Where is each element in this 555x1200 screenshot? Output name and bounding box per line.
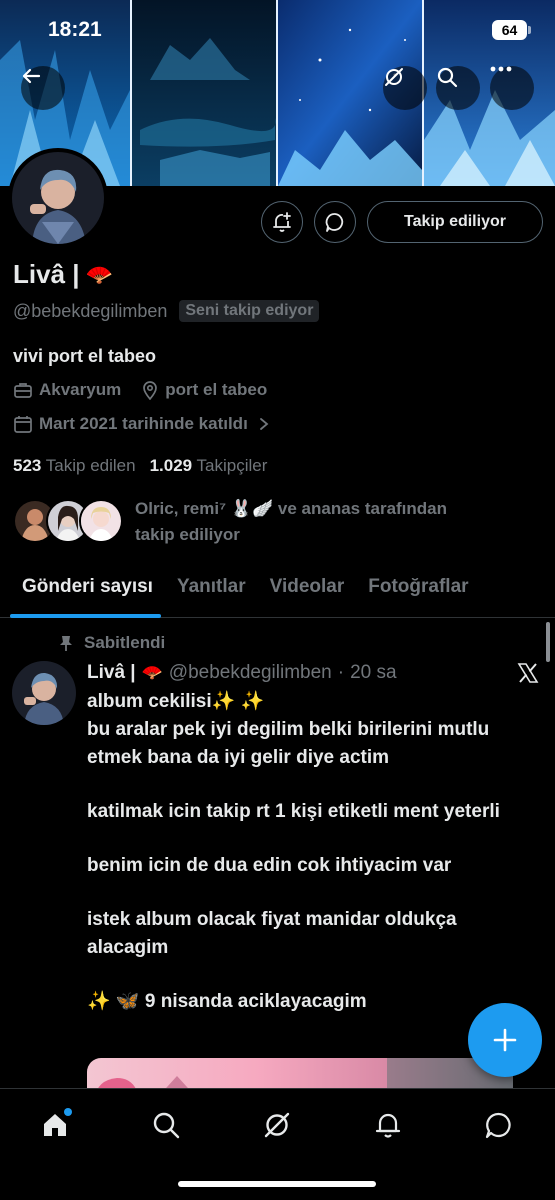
followed-by[interactable]: Olric, remi⁷ 🐰🪽 ve ananas tarafından tak…	[13, 496, 447, 548]
profile-handle: @bebekdegilimben	[13, 300, 168, 321]
tab-photos[interactable]: Fotoğraflar	[356, 560, 480, 617]
message-icon	[485, 1112, 511, 1139]
following-label: Takip edilen	[45, 456, 136, 475]
tab-videos[interactable]: Videolar	[258, 560, 357, 617]
joined-row[interactable]: Mart 2021 tarihinde katıldı	[13, 414, 270, 434]
grok-button[interactable]	[383, 66, 427, 110]
follow-counts: 523 Takip edilen 1.029 Takipçiler	[13, 456, 267, 476]
notify-button[interactable]	[261, 201, 303, 243]
tweet-header: Livâ | 🪭 @bebekdegilimben · 20 sa	[87, 662, 397, 684]
name-emoji: 🪭	[85, 261, 113, 287]
nav-home[interactable]	[35, 1105, 75, 1145]
pin-icon	[60, 636, 72, 651]
profile-avatar[interactable]	[8, 148, 108, 248]
bell-icon	[375, 1113, 401, 1138]
followed-by-line1: Olric, remi⁷ 🐰🪽 ve ananas tarafından	[135, 499, 448, 518]
message-icon	[325, 213, 344, 232]
status-time: 18:21	[48, 18, 102, 41]
more-icon	[490, 66, 512, 72]
tweet-author-emoji: 🪭	[141, 663, 163, 682]
back-button[interactable]	[21, 66, 65, 110]
tab-posts[interactable]: Gönderi sayısı	[0, 560, 165, 618]
back-arrow-icon	[22, 68, 41, 84]
chevron-right-icon	[259, 418, 269, 430]
home-indicator	[178, 1181, 376, 1187]
tweet-avatar[interactable]	[12, 661, 76, 725]
category-item: Akvaryum	[13, 380, 121, 400]
grok-icon	[264, 1112, 290, 1138]
grok-icon	[385, 68, 403, 86]
bell-plus-icon	[273, 212, 291, 232]
followed-by-text: Olric, remi⁷ 🐰🪽 ve ananas tarafından tak…	[135, 496, 447, 548]
followers-label: Takipçiler	[196, 456, 268, 475]
avatar	[79, 499, 123, 543]
tweet-paragraph: katilmak icin takip rt 1 kişi etiketli m…	[87, 801, 500, 822]
tweet-paragraph: bu aralar pek iyi degilim belki birileri…	[87, 719, 490, 768]
profile-name: Livâ | 🪭	[13, 259, 113, 290]
notification-dot	[64, 1108, 72, 1116]
more-button[interactable]	[490, 66, 534, 110]
following-button[interactable]: Takip ediliyor	[367, 201, 543, 243]
followed-by-avatars	[13, 499, 123, 545]
handle-row: @bebekdegilimben Seni takip ediyor	[13, 300, 320, 322]
compose-button[interactable]	[468, 1003, 542, 1077]
tweet-paragraph: istek album olacak fiyat manidar oldukça…	[87, 909, 457, 958]
battery-indicator: 64	[492, 20, 531, 40]
status-bar: 18:21 64	[0, 0, 555, 60]
location-pin-icon	[143, 381, 158, 400]
search-button[interactable]	[436, 66, 480, 110]
display-name: Livâ |	[13, 259, 80, 289]
nav-messages[interactable]	[479, 1105, 519, 1145]
pinned-label: Sabitlendi	[58, 633, 165, 653]
followed-by-line2: takip ediliyor	[135, 525, 240, 544]
nav-search[interactable]	[146, 1105, 186, 1145]
avatar-image	[12, 152, 104, 244]
following-count: 523	[13, 456, 42, 475]
tab-replies[interactable]: Yanıtlar	[165, 560, 258, 617]
followers-count: 1.029	[149, 456, 193, 475]
category-label: Akvaryum	[39, 380, 122, 399]
nav-notifications[interactable]	[368, 1105, 408, 1145]
location-label: port el tabeo	[165, 380, 268, 399]
message-button[interactable]	[314, 201, 356, 243]
pinned-text: Sabitlendi	[84, 633, 166, 652]
tweet-paragraph: ✨ 🦋 9 nisanda aciklayacagim	[87, 991, 367, 1012]
tweet-author-name[interactable]: Livâ |	[87, 662, 136, 684]
tweet-paragraph: benim icin de dua edin cok ihtiyacim var	[87, 855, 452, 876]
search-icon	[437, 67, 458, 88]
location-item: port el tabeo	[141, 380, 267, 400]
followers-link[interactable]: 1.029 Takipçiler	[150, 456, 268, 476]
avatar-image	[12, 661, 76, 725]
calendar-icon	[14, 416, 32, 433]
profile-meta: Akvaryum port el tabeo	[13, 380, 281, 400]
nav-grok[interactable]	[257, 1105, 297, 1145]
scrollbar[interactable]	[546, 622, 550, 662]
search-icon	[153, 1112, 180, 1139]
tweet-author-handle[interactable]: @bebekdegilimben	[169, 662, 332, 684]
following-link[interactable]: 523 Takip edilen	[13, 456, 136, 476]
tweet-time[interactable]: 20 sa	[350, 662, 396, 684]
tweet-body: album cekilisi✨ ✨ bu aralar pek iyi degi…	[87, 688, 527, 1042]
joined-label: Mart 2021 tarihinde katıldı	[39, 414, 248, 433]
x-logo	[517, 662, 539, 689]
tweet-separator: ·	[337, 662, 345, 683]
plus-icon	[493, 1028, 517, 1052]
profile-bio: vivi port el tabeo	[13, 346, 157, 366]
tweet-line: album cekilisi✨ ✨	[87, 691, 265, 712]
follows-you-badge: Seni takip ediyor	[179, 300, 320, 322]
briefcase-icon	[14, 383, 32, 398]
profile-tabs: Gönderi sayısı Yanıtlar Videolar Fotoğra…	[0, 560, 555, 618]
status-indicators: 64	[492, 20, 531, 40]
x-logo-icon	[517, 663, 539, 683]
